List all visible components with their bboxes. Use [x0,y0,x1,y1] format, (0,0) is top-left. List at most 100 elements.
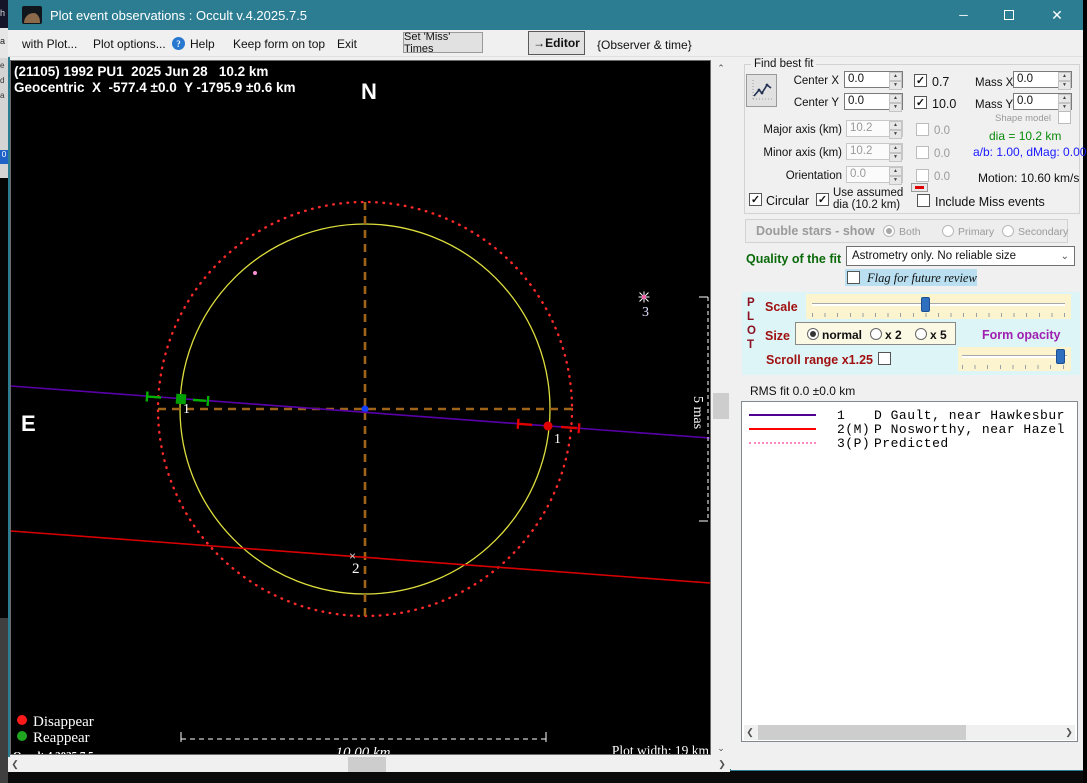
minor-axis-label: Minor axis (km) [749,147,842,159]
menu-with-plot[interactable]: with Plot... [22,37,77,51]
double-stars-both-radio [883,225,895,237]
desktop-edge-strip: h a eda 0 [0,0,8,783]
shape-model-checkbox[interactable] [1058,111,1071,124]
plot-horizontal-scrollbar[interactable]: ❮ ❯ [8,757,730,772]
observation-row[interactable]: 1 D Gault, near Hawkesbur [742,408,1077,422]
scroll-left-icon[interactable]: ❮ [8,757,22,772]
stray-point [253,271,257,275]
plot-vertical-scrollbar[interactable]: ⌃ ⌄ [712,60,730,757]
scroll-down-icon[interactable]: ⌄ [712,740,730,757]
chord-1-label-left: 1 [183,402,190,417]
mass-x-spinner[interactable]: 0.0 ▲▼ [1013,71,1072,88]
maximize-button[interactable] [986,0,1031,30]
weight-10.0-label: 10.0 [932,97,956,111]
minimize-button[interactable]: ─ [941,0,986,30]
predicted-star-marker[interactable] [639,292,650,303]
observation-row[interactable]: 3(P) Predicted [742,436,1077,450]
flag-review-checkbox[interactable] [847,271,860,284]
weight-0.7-checkbox[interactable]: ✓ [914,74,927,87]
size-x5-radio[interactable] [915,328,927,340]
set-miss-times-button[interactable]: Set 'Miss' Times [403,32,483,53]
double-stars-secondary-radio [1002,225,1014,237]
ab-dmag-readout: a/b: 1.00, dMag: 0.00 [973,145,1086,159]
reappear-marker[interactable] [147,392,209,406]
editor-button[interactable]: →Editor [528,31,585,55]
shape-model-label: Shape model [981,113,1051,124]
center-y-spinner[interactable]: 0.0 ▲▼ [844,93,903,110]
horizontal-scroll-thumb[interactable] [348,757,386,772]
menu-keep-form-on-top[interactable]: Keep form on top [233,37,325,51]
menu-exit[interactable]: Exit [337,37,357,51]
close-button[interactable]: ✕ [1031,0,1083,30]
double-stars-primary-radio [942,225,954,237]
title-bar[interactable]: Plot event observations : Occult v.4.202… [8,0,1083,30]
flag-review-wrap: Flag for future review [845,269,977,286]
plot-letter-o: O [747,325,756,337]
center-x-spinner[interactable]: 0.0 ▲▼ [844,71,903,88]
scroll-up-icon[interactable]: ⌃ [712,60,730,77]
weight-10.0-checkbox[interactable]: ✓ [914,96,927,109]
scale-slider[interactable] [806,294,1071,319]
spinner-arrows-icon[interactable]: ▲▼ [889,94,902,109]
chord-1-label-right: 1 [554,432,561,447]
opacity-slider-ticks [962,365,1067,369]
scale-slider-track[interactable] [812,303,1065,306]
chord-3-legend-line [749,442,816,444]
chord-1-line [11,386,710,438]
desktop-edge-bottom [8,771,1083,783]
use-assumed-dia-checkbox[interactable]: ✓ [816,193,829,206]
spinner-arrows-icon[interactable]: ▲▼ [889,72,902,87]
find-best-fit-title: Find best fit [751,58,816,70]
dia-readout: dia = 10.2 km [989,129,1061,143]
scale-slider-thumb[interactable] [921,297,930,312]
scroll-right-icon[interactable]: ❯ [1063,725,1075,740]
plot-letter-t: T [747,339,754,351]
find-best-fit-group: Find best fit Center X 0.0 ▲▼ ✓ 0.7 Mass… [744,64,1080,214]
plot-settings-panel: P L O T Scale Size normal x 2 x 5 Form o… [742,292,1080,375]
line-color-button[interactable] [911,183,928,192]
version-label: Occult 4.2025.7.5 [13,750,94,754]
chevron-down-icon: ⌄ [1061,251,1069,262]
size-normal-radio[interactable] [807,328,819,340]
spinner-arrows-icon[interactable]: ▲▼ [1058,94,1071,109]
vertical-scroll-thumb[interactable] [713,393,729,419]
control-panel: Find best fit Center X 0.0 ▲▼ ✓ 0.7 Mass… [731,57,1083,770]
orientation-spinner: 0.0 ▲▼ [846,166,903,183]
observation-row[interactable]: 2(M) P Nosworthy, near Hazel [742,422,1077,436]
opacity-slider-track[interactable] [962,355,1067,358]
scroll-range-checkbox[interactable] [878,352,891,365]
opacity-slider-thumb[interactable] [1056,349,1065,364]
menu-bar: with Plot... Plot options... ? Help Keep… [8,30,1083,57]
double-stars-title: Double stars - show [756,224,875,238]
quality-label: Quality of the fit [746,252,841,266]
quality-dropdown[interactable]: Astrometry only. No reliable size ⌄ [846,246,1075,266]
major-axis-checkbox [916,123,929,136]
rms-fit-label: RMS fit 0.0 ±0.0 km [750,384,855,398]
plot-letter-p: P [747,297,755,309]
form-opacity-slider[interactable] [958,347,1071,371]
spinner-arrows-icon[interactable]: ▲▼ [1058,72,1071,87]
menu-help[interactable]: Help [190,37,215,51]
plot-letter-l: L [747,311,754,323]
size-radio-group: normal x 2 x 5 [795,322,956,345]
screen: h a eda 0 Plot event observations : Occu… [0,0,1087,783]
size-x2-radio[interactable] [870,328,882,340]
legend-disappear-icon [17,715,27,725]
circular-checkbox[interactable]: ✓ [749,193,762,206]
scroll-left-icon[interactable]: ❮ [744,725,756,740]
listbox-scroll-thumb[interactable] [758,725,966,740]
chord-1-legend-line [749,414,816,416]
maximize-icon [1004,10,1014,20]
orientation-check-label: 0.0 [934,171,950,183]
scroll-right-icon[interactable]: ❯ [714,757,730,772]
menu-observer-time[interactable]: {Observer & time} [597,38,692,52]
listbox-horizontal-scrollbar[interactable]: ❮ ❯ [744,725,1075,740]
plot-canvas[interactable]: 1 1 × 2 3 (21 [10,60,711,755]
menu-plot-options[interactable]: Plot options... [93,37,166,51]
app-icon [22,6,42,24]
observations-listbox[interactable]: 1 D Gault, near Hawkesbur 2(M) P Noswort… [741,401,1078,742]
mass-y-spinner[interactable]: 0.0 ▲▼ [1013,93,1072,110]
chord-2-line [11,531,710,583]
include-miss-checkbox[interactable] [917,194,930,207]
weight-0.7-label: 0.7 [932,75,949,89]
